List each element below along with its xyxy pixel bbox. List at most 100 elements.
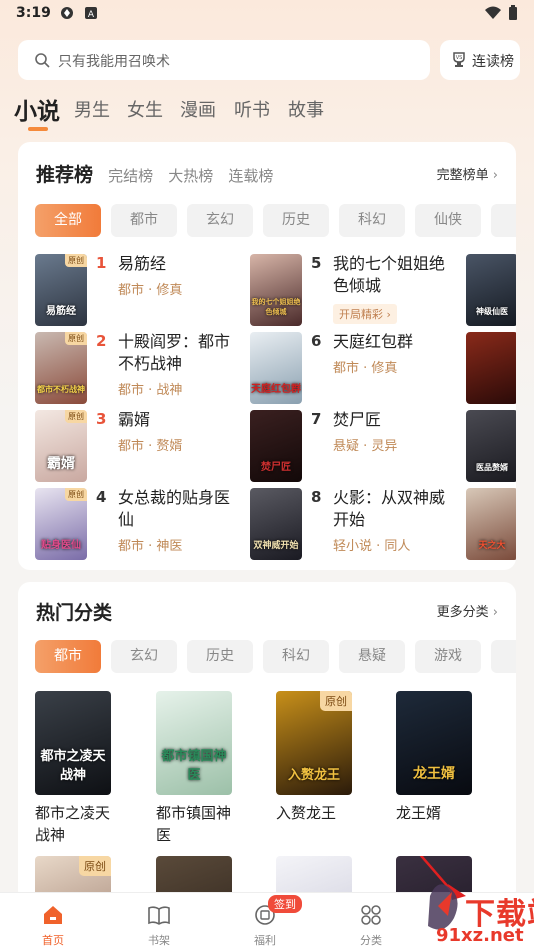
book-cover[interactable]: 原创霸婿 — [35, 410, 87, 482]
nav-home[interactable]: 首页 — [0, 893, 106, 950]
pill-urban[interactable]: 都市 — [111, 204, 177, 237]
category-book-cover[interactable]: 原创 入赘龙王 — [276, 691, 352, 795]
nav-label: 书架 — [148, 934, 170, 947]
category-book-title[interactable]: 入赘龙王 — [276, 802, 362, 824]
book-cover[interactable]: 天庭红包群 — [250, 332, 302, 404]
book-cover[interactable]: 原创 都市不朽战神 — [35, 332, 87, 404]
svg-text:A: A — [88, 10, 95, 20]
pill-more[interactable] — [491, 204, 516, 237]
nav-welfare[interactable]: 福利 — [212, 893, 318, 950]
book-cover-peek[interactable]: 神级仙医 — [466, 254, 516, 326]
rank-number: 3 — [96, 410, 107, 428]
book-cover[interactable]: 焚尸匠 — [250, 410, 302, 482]
signin-badge[interactable]: 签到 — [268, 895, 302, 913]
category-book-cover[interactable]: 都市之凌天战神 — [35, 691, 111, 795]
tab-audiobook[interactable]: 听书 — [234, 96, 270, 122]
battery-icon — [509, 5, 517, 20]
pill-fantasy[interactable]: 玄幻 — [187, 204, 253, 237]
app-logo-icon — [61, 7, 73, 19]
cover-title: 龙王婿 — [413, 765, 455, 782]
nav-label: 首页 — [42, 934, 64, 947]
original-tag: 原创 — [65, 488, 87, 501]
pill-xianxia[interactable]: 仙侠 — [415, 204, 481, 237]
rank-number: 5 — [311, 254, 322, 272]
pill-urban[interactable]: 都市 — [35, 640, 101, 673]
cover-title: 都市不朽战神 — [37, 385, 85, 395]
book-cover-peek[interactable]: 医品赘婿 — [466, 410, 516, 482]
book-title[interactable]: 女总裁的贴身医仙 — [118, 487, 242, 531]
book-cover[interactable]: 我的七个姐姐绝色倾城 — [250, 254, 302, 326]
categories-title: 热门分类 — [36, 602, 113, 624]
original-tag: 原创 — [65, 410, 87, 423]
more-categories-label: 更多分类 — [436, 605, 489, 620]
reading-rank-button[interactable]: VS 连读榜 — [440, 40, 520, 80]
book-cover-peek[interactable]: 天之大 — [466, 488, 516, 560]
home-icon — [44, 906, 62, 924]
more-categories-link[interactable]: 更多分类 › — [437, 601, 498, 620]
svg-text:VS: VS — [456, 55, 463, 61]
tab-female[interactable]: 女生 — [127, 96, 163, 122]
book-title[interactable]: 我的七个姐姐绝色倾城 — [333, 253, 457, 297]
cover-title: 霸婿 — [47, 456, 75, 473]
chevron-right-icon: › — [492, 168, 498, 183]
tab-male[interactable]: 男生 — [74, 96, 110, 122]
book-title[interactable]: 火影：从双神威开始 — [333, 487, 457, 531]
category-book-cover[interactable]: 都市镇国神医 — [156, 691, 232, 795]
ranking-subtab-hot[interactable]: 大热榜 — [168, 165, 213, 186]
tab-story[interactable]: 故事 — [288, 96, 324, 122]
pill-mystery[interactable]: 悬疑 — [339, 640, 405, 673]
pill-fantasy[interactable]: 玄幻 — [111, 640, 177, 673]
ranking-subtab-completed[interactable]: 完结榜 — [108, 165, 153, 186]
hot-categories-card: 热门分类 更多分类 › 都市 玄幻 历史 科幻 悬疑 游戏 仙 都市之凌天战神 … — [18, 582, 516, 902]
book-title[interactable]: 易筋经 — [118, 253, 242, 275]
categories-header: 热门分类 — [36, 598, 112, 625]
trophy-icon: VS — [453, 52, 465, 67]
search-bar[interactable]: 只有我能用召唤术 — [18, 40, 430, 80]
cover-title: 天之大 — [478, 541, 506, 552]
book-title[interactable]: 焚尸匠 — [333, 409, 457, 431]
reading-rank-label: 连读榜 — [472, 54, 514, 70]
book-title[interactable]: 天庭红包群 — [333, 331, 457, 353]
original-tag: 原创 — [320, 691, 352, 711]
nav-label: 福利 — [254, 934, 276, 947]
search-placeholder: 只有我能用召唤术 — [58, 54, 170, 70]
book-title[interactable]: 霸婿 — [118, 409, 242, 431]
book-meta: 都市 · 赘婿 — [118, 439, 183, 454]
pill-history[interactable]: 历史 — [263, 204, 329, 237]
promo-tag[interactable]: 开局精彩 › — [333, 304, 397, 324]
pill-xian[interactable]: 仙 — [491, 640, 516, 673]
full-ranking-link[interactable]: 完整榜单 › — [437, 164, 498, 183]
cover-title: 都市之凌天战神 — [40, 748, 106, 783]
book-cover-peek[interactable] — [466, 332, 516, 404]
book-cover[interactable]: 原创 易筋经 — [35, 254, 87, 326]
book-meta: 都市 · 战神 — [118, 383, 183, 398]
rank-number: 8 — [311, 488, 322, 506]
original-tag: 原创 — [79, 856, 111, 876]
notification-a-icon: A — [85, 7, 97, 20]
category-book-cover[interactable]: 龙王婿 — [396, 691, 472, 795]
active-tab-indicator — [28, 127, 48, 131]
book-cover[interactable]: 双神威开始 — [250, 488, 302, 560]
nav-bookshelf[interactable]: 书架 — [106, 893, 212, 950]
tab-comics[interactable]: 漫画 — [180, 96, 216, 122]
ranking-title[interactable]: 推荐榜 — [36, 160, 93, 187]
book-meta: 悬疑 · 灵异 — [333, 439, 398, 454]
rank-number: 6 — [311, 332, 322, 350]
book-title[interactable]: 十殿阎罗：都市不朽战神 — [118, 331, 242, 375]
cover-title: 易筋经 — [46, 306, 76, 318]
status-time: 3:19 — [16, 5, 51, 21]
pill-history[interactable]: 历史 — [187, 640, 253, 673]
ranking-subtab-serial[interactable]: 连载榜 — [228, 165, 273, 186]
rank-number: 1 — [96, 254, 107, 272]
category-book-title[interactable]: 都市之凌天战神 — [35, 802, 121, 846]
pill-scifi[interactable]: 科幻 — [263, 640, 329, 673]
category-book-title[interactable]: 都市镇国神医 — [156, 802, 242, 846]
tab-novel[interactable]: 小说 — [14, 92, 60, 126]
category-book-title[interactable]: 龙王婿 — [396, 802, 482, 824]
pill-game[interactable]: 游戏 — [415, 640, 481, 673]
book-meta: 都市 · 神医 — [118, 539, 183, 554]
ranking-card: 推荐榜 完结榜 大热榜 连载榜 完整榜单 › 全部 都市 玄幻 历史 科幻 仙侠… — [18, 142, 516, 570]
pill-scifi[interactable]: 科幻 — [339, 204, 405, 237]
pill-all[interactable]: 全部 — [35, 204, 101, 237]
book-cover[interactable]: 原创 贴身医仙 — [35, 488, 87, 560]
